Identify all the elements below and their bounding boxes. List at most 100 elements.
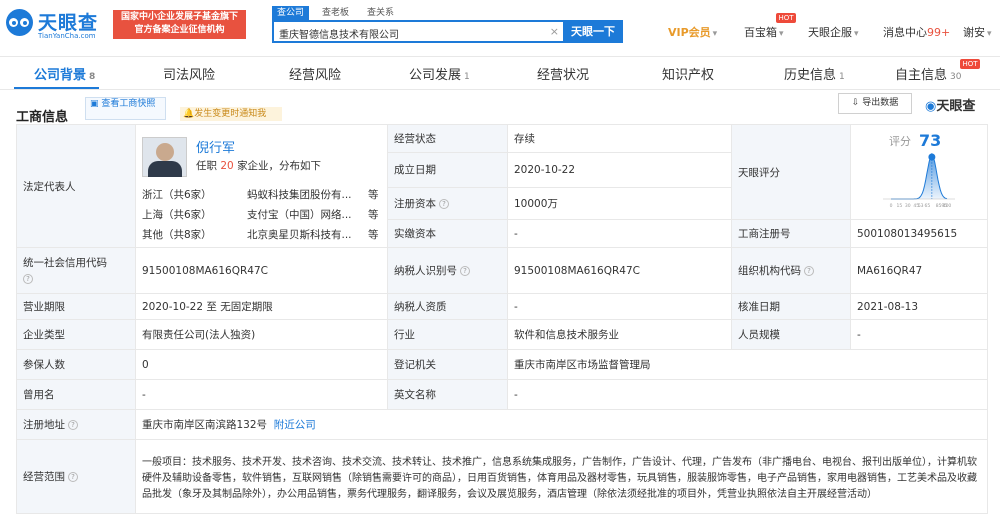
region-name[interactable]: 其他（共8家） — [142, 227, 212, 242]
message-count-badge: 99+ — [927, 26, 951, 39]
quick-view-label[interactable]: 查看工商快照 — [101, 99, 155, 109]
orgcode-label: 组织机构代码 — [738, 265, 801, 277]
taxqual-value: - — [507, 293, 732, 320]
x-tick-label: 65 — [925, 203, 931, 209]
region-company[interactable]: 蚂蚁科技集团股份有... — [247, 187, 352, 202]
x-tick-label: 100 — [943, 203, 952, 209]
vip-label[interactable]: VIP会员 — [668, 26, 711, 39]
insured-value: 0 — [135, 349, 388, 380]
status-value: 存续 — [507, 123, 732, 154]
capital-label: 注册资本 — [394, 197, 436, 210]
search-button[interactable]: 天眼一下 — [563, 20, 623, 43]
est-label: 成立日期 — [387, 152, 508, 188]
export-label[interactable]: 导出数据 — [862, 98, 898, 108]
export-button[interactable]: ⇩ 导出数据 — [838, 93, 912, 114]
brand-text: 天眼查 — [936, 99, 976, 114]
clear-icon[interactable]: × — [550, 25, 559, 38]
region-company[interactable]: 支付宝（中国）网络... — [247, 207, 352, 222]
tab-label[interactable]: 公司背景 — [34, 68, 86, 83]
scope-label-cell: 经营范围? — [16, 439, 136, 514]
logo-text[interactable]: 天眼查 — [38, 8, 98, 35]
tab-count: 1 — [839, 72, 845, 82]
legal-rep-name[interactable]: 倪行军 — [196, 137, 235, 156]
qiban-link[interactable]: 天眼企服 ▾ — [808, 24, 859, 40]
hot-badge: HOT — [960, 59, 980, 69]
score-label: 天眼评分 — [731, 124, 851, 220]
tab-label[interactable]: 经营风险 — [289, 68, 341, 83]
orgcode-label-cell: 组织机构代码? — [731, 247, 851, 294]
address-cell: 重庆市南岸区南滨路132号 附近公司 — [135, 409, 988, 440]
message-center-link[interactable]: 消息中心99+ — [883, 24, 950, 40]
tab-company-development[interactable]: 公司发展 1 — [409, 64, 470, 83]
nearby-companies-link[interactable]: 附近公司 — [274, 419, 316, 431]
export-icon: ⇩ — [851, 98, 863, 108]
avatar[interactable] — [142, 137, 187, 177]
tenure-count[interactable]: 20 — [220, 160, 233, 172]
tab-judicial-risk[interactable]: 司法风险 — [163, 64, 215, 83]
tab-label[interactable]: 公司发展 — [409, 68, 461, 83]
term-value: 2020-10-22 至 无固定期限 — [135, 293, 388, 320]
tab-operating-risk[interactable]: 经营风险 — [289, 64, 341, 83]
tab-history[interactable]: 历史信息 1 — [784, 64, 845, 83]
tab-count: 8 — [89, 72, 96, 82]
help-icon[interactable]: ? — [460, 266, 470, 276]
region-more[interactable]: 等 — [368, 227, 379, 242]
search-tab-boss[interactable]: 查老板 — [317, 6, 354, 20]
address-label: 注册地址 — [23, 419, 65, 431]
quick-view-button[interactable]: ▣ 查看工商快照 — [85, 97, 166, 120]
staff-label: 人员规模 — [731, 319, 851, 350]
region-name[interactable]: 上海（共6家） — [142, 207, 212, 222]
help-icon[interactable]: ? — [23, 273, 33, 284]
credit-label-cell: 统一社会信用代码? — [16, 247, 136, 294]
search-tab-company[interactable]: 查公司 — [272, 6, 310, 20]
tab-label[interactable]: 历史信息 — [784, 68, 836, 83]
table-row: 曾用名 - 英文名称 - — [16, 379, 988, 410]
taxid-label: 纳税人识别号 — [394, 265, 457, 277]
score-distribution-area — [891, 155, 947, 199]
tab-operating-status[interactable]: 经营状况 — [537, 64, 589, 83]
tenure-suffix: 家企业，分布如下 — [237, 160, 322, 172]
capital-value: 10000万 — [507, 186, 732, 221]
tab-label[interactable]: 司法风险 — [163, 68, 215, 83]
help-icon[interactable]: ? — [68, 472, 78, 482]
table-row: 统一社会信用代码? 91500108MA616QR47C 纳税人识别号? 915… — [16, 247, 988, 294]
search-input-value[interactable]: 重庆智德信息技术有限公司 — [279, 26, 399, 41]
region-name[interactable]: 浙江（共6家） — [142, 187, 212, 202]
score-distribution-chart[interactable]: 0 15 30 4553 65 85 95100评分 73 — [851, 125, 988, 219]
scope-label: 经营范围 — [23, 471, 65, 483]
help-icon[interactable]: ? — [439, 198, 449, 209]
capital-label-cell: 注册资本? — [387, 186, 508, 221]
tab-label[interactable]: 经营状况 — [537, 68, 589, 83]
notify-change-button[interactable]: 🔔发生变更时通知我 — [180, 107, 282, 121]
region-more[interactable]: 等 — [368, 207, 379, 222]
tab-label[interactable]: 知识产权 — [662, 68, 714, 83]
vip-link[interactable]: VIP会员 ▾ — [668, 24, 717, 40]
legal-rep-label: 法定代表人 — [16, 124, 136, 248]
x-tick-label: 15 — [897, 203, 903, 209]
region-company[interactable]: 北京奥星贝斯科技有... — [247, 227, 352, 242]
tab-company-background[interactable]: 公司背景 8 — [34, 64, 95, 83]
tab-self-info[interactable]: 自主信息 30 — [895, 64, 961, 83]
user-name[interactable]: 谢安 — [963, 26, 985, 39]
qiban-label[interactable]: 天眼企服 — [808, 26, 852, 39]
tianyancha-logo-icon[interactable] — [6, 9, 33, 36]
search-tab-relation[interactable]: 查关系 — [362, 6, 399, 20]
tab-label[interactable]: 自主信息 — [895, 68, 947, 83]
address-label-cell: 注册地址? — [16, 409, 136, 440]
help-icon[interactable]: ? — [68, 420, 78, 430]
english-label: 英文名称 — [387, 379, 508, 410]
search-input[interactable]: 重庆智德信息技术有限公司 × — [272, 20, 564, 43]
help-icon[interactable]: ? — [804, 266, 814, 276]
baibaoxiang-link[interactable]: 百宝箱 ▾ — [744, 24, 784, 40]
notify-label[interactable]: 发生变更时通知我 — [194, 109, 266, 119]
baibaoxiang-label[interactable]: 百宝箱 — [744, 26, 777, 39]
message-center-label[interactable]: 消息中心 — [883, 26, 927, 39]
authority-label: 登记机关 — [387, 349, 508, 380]
top-header: 天眼查 TianYanCha.com 国家中小企业发展子基金旗下 官方备案企业征… — [0, 0, 1000, 57]
tab-count: 30 — [950, 72, 962, 82]
tab-intellectual-property[interactable]: 知识产权 — [662, 64, 714, 83]
region-more[interactable]: 等 — [368, 187, 379, 202]
logo-subtitle: TianYanCha.com — [38, 32, 96, 40]
score-value: 73 — [919, 131, 941, 150]
user-menu[interactable]: 谢安 ▾ — [963, 24, 992, 40]
